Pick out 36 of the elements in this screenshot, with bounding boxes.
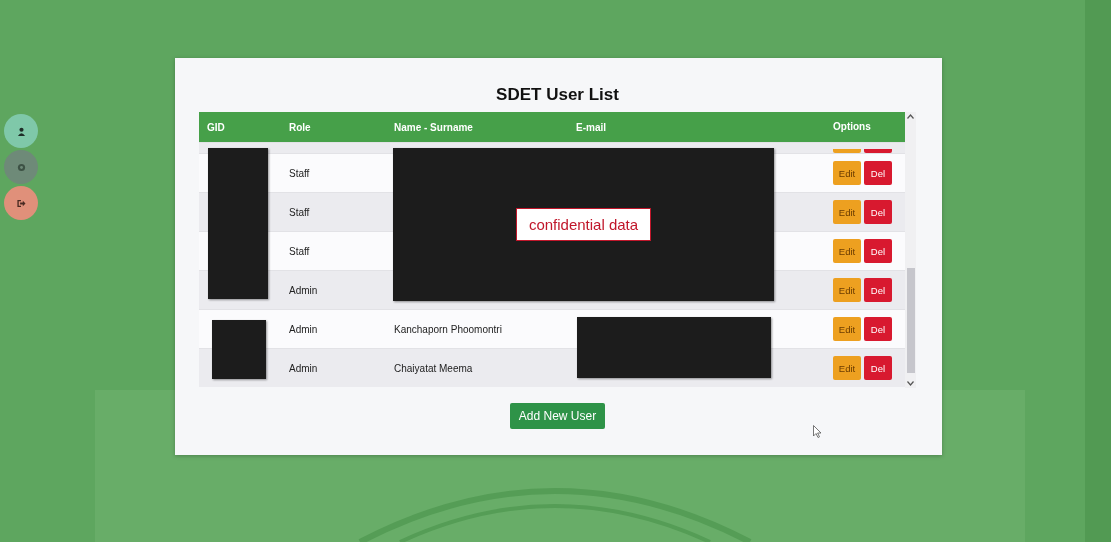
- logout-icon: [16, 198, 26, 208]
- table-cell: Staff: [289, 167, 310, 179]
- table-cell: Admin: [289, 362, 318, 374]
- delete-button[interactable]: Del: [864, 200, 892, 224]
- column-header: GID: [206, 121, 226, 133]
- table-cell: Staff: [289, 245, 310, 257]
- page-title: SDET User List: [495, 84, 620, 106]
- column-header: E-mail: [576, 121, 607, 133]
- edit-button[interactable]: Edit: [833, 161, 861, 185]
- edit-button[interactable]: Edit: [833, 356, 861, 380]
- delete-button[interactable]: Del: [864, 317, 892, 341]
- scrollbar[interactable]: [905, 112, 916, 388]
- redaction-label: confidential data: [515, 208, 652, 241]
- delete-button[interactable]: Del: [864, 278, 892, 302]
- delete-button[interactable]: Del: [864, 161, 892, 185]
- settings-icon: [16, 162, 26, 172]
- edit-button[interactable]: Edit: [833, 317, 861, 341]
- table-cell: Admin: [289, 323, 318, 335]
- table-cell: Admin: [289, 284, 318, 296]
- table-cell: Staff: [289, 206, 310, 218]
- column-header: Options: [832, 120, 872, 132]
- cursor-icon: [813, 425, 822, 438]
- scroll-up-icon[interactable]: [907, 114, 914, 119]
- edit-button[interactable]: Edit: [833, 239, 861, 263]
- add-user-button[interactable]: Add New User: [509, 403, 606, 429]
- edit-button[interactable]: Edit: [833, 200, 861, 224]
- table-cell: Kanchaporn Phoomontri: [394, 323, 502, 335]
- redaction-block: [212, 320, 266, 379]
- user-icon: [16, 126, 26, 136]
- column-header: Name - Surname: [393, 121, 474, 133]
- table-cell: Chaiyatat Meema: [394, 362, 473, 374]
- delete-button[interactable]: Del: [864, 239, 892, 263]
- scroll-down-icon[interactable]: [907, 381, 914, 386]
- delete-button[interactable]: Del: [864, 356, 892, 380]
- column-header: Role: [288, 121, 312, 133]
- edit-button[interactable]: Edit: [833, 278, 861, 302]
